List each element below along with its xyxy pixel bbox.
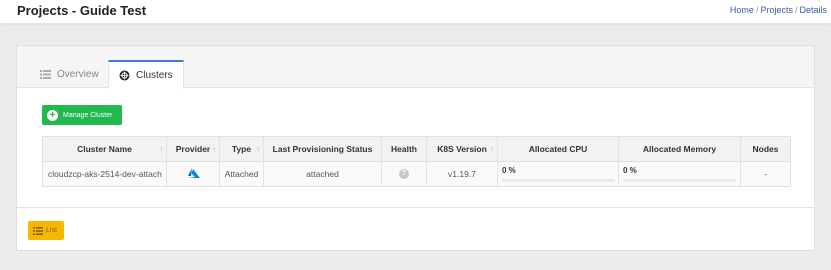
- kubernetes-icon: [119, 70, 130, 81]
- azure-icon: [187, 168, 200, 180]
- column-type[interactable]: Type ↑: [220, 137, 264, 161]
- sort-icon: ↑: [256, 145, 260, 154]
- column-label: Last Provisioning Status: [272, 144, 373, 154]
- tab-overview[interactable]: Overview: [40, 60, 99, 88]
- column-label: Allocated Memory: [642, 144, 717, 154]
- column-nodes: Nodes: [741, 137, 790, 161]
- breadcrumb-home[interactable]: Home: [730, 5, 754, 15]
- column-k8s-version[interactable]: K8S Version ↑: [427, 137, 498, 161]
- manage-cluster-button[interactable]: + Manage Cluster: [42, 105, 122, 125]
- breadcrumb-projects[interactable]: Projects: [760, 5, 793, 15]
- memory-percent: 0 %: [623, 166, 637, 175]
- column-label: Type: [231, 144, 252, 154]
- card-footer: List: [17, 207, 814, 250]
- column-last-provisioning-status: Last Provisioning Status: [264, 137, 382, 161]
- help-icon: ?: [399, 169, 409, 179]
- page-title: Projects - Guide Test: [17, 3, 147, 18]
- memory-progress-bar: [623, 179, 736, 182]
- breadcrumb: Home / Projects / Details: [730, 5, 827, 15]
- tab-bar: Overview Clusters: [17, 46, 814, 89]
- column-health: Health: [382, 137, 427, 161]
- table-header: Cluster Name ↑ Provider ↑ Type ↑ Last Provi…: [43, 137, 790, 162]
- tab-clusters-label: Clusters: [136, 69, 173, 81]
- tab-clusters[interactable]: Clusters: [108, 60, 184, 89]
- cpu-progress-bar: [502, 179, 615, 182]
- column-label: Health: [391, 144, 417, 154]
- plus-icon: +: [47, 109, 58, 121]
- column-label: Provider: [175, 144, 211, 154]
- cell-k8s-version: v1.19.7: [427, 162, 498, 186]
- column-provider[interactable]: Provider ↑: [167, 137, 220, 161]
- breadcrumb-separator: /: [794, 5, 798, 15]
- cell-allocated-memory: 0 %: [619, 162, 741, 186]
- project-detail-card: Overview Clusters + Manage Cluster Clust…: [16, 45, 815, 251]
- column-label: Nodes: [752, 144, 779, 154]
- table-row[interactable]: cloudzcp-aks-2514-dev-attach Attached at…: [43, 162, 790, 186]
- column-label: Cluster Name: [77, 144, 132, 154]
- cell-provider: [167, 162, 220, 186]
- sort-icon: ↑: [212, 145, 216, 154]
- tab-overview-label: Overview: [57, 68, 99, 80]
- cell-allocated-cpu: 0 %: [498, 162, 619, 186]
- manage-cluster-label: Manage Cluster: [63, 111, 113, 119]
- sort-icon: ↑: [159, 145, 163, 154]
- breadcrumb-current: Details: [799, 5, 827, 15]
- breadcrumb-separator: /: [755, 5, 759, 15]
- column-allocated-memory: Allocated Memory: [619, 137, 741, 161]
- column-label: Allocated CPU: [528, 144, 588, 154]
- column-allocated-cpu: Allocated CPU: [498, 137, 619, 161]
- clusters-table: Cluster Name ↑ Provider ↑ Type ↑ Last Provi…: [42, 136, 791, 187]
- cell-type: Attached: [220, 162, 264, 186]
- cell-cluster-name[interactable]: cloudzcp-aks-2514-dev-attach: [43, 162, 167, 186]
- cpu-percent: 0 %: [502, 166, 516, 175]
- list-icon: [33, 226, 43, 235]
- cell-nodes: -: [764, 169, 767, 179]
- list-icon: [40, 69, 51, 79]
- sort-icon: ↑: [490, 145, 494, 154]
- column-cluster-name[interactable]: Cluster Name ↑: [43, 137, 167, 161]
- list-button[interactable]: List: [28, 221, 64, 240]
- list-button-label: List: [46, 227, 57, 234]
- cell-health: ?: [382, 162, 427, 186]
- column-label: K8S Version: [437, 144, 487, 154]
- top-bar: Projects - Guide Test Home / Projects / Deta…: [0, 0, 831, 24]
- cell-status: attached: [264, 162, 382, 186]
